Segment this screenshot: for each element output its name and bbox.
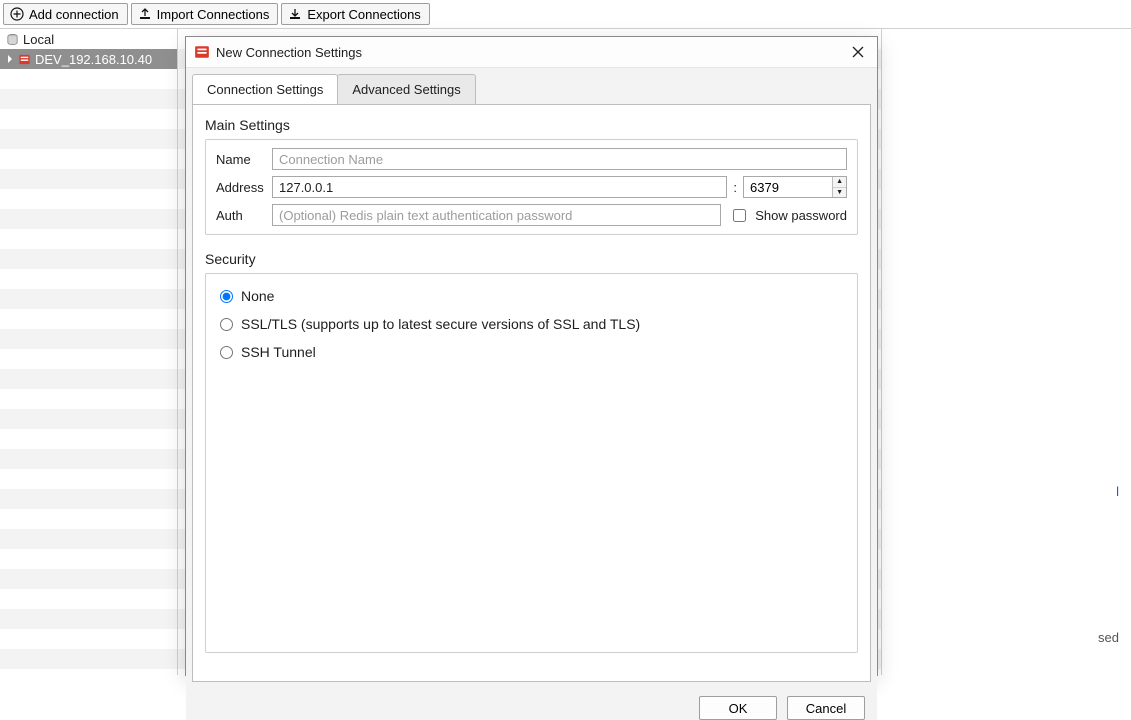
import-connections-label: Import Connections [157,7,270,22]
download-icon [288,7,302,21]
cancel-button[interactable]: Cancel [787,696,865,720]
address-label: Address [216,180,272,195]
import-connections-button[interactable]: Import Connections [131,3,279,25]
security-option-label: SSH Tunnel [241,344,316,360]
port-input[interactable] [744,177,832,197]
port-step-down-icon[interactable]: ▼ [833,188,846,198]
port-stepper[interactable]: ▲ ▼ [743,176,847,198]
main-settings-title: Main Settings [205,117,858,133]
upload-icon [138,7,152,21]
tree-item-dev[interactable]: DEV_192.168.10.40 [0,49,177,69]
tree-item-local[interactable]: Local [0,29,177,49]
security-option-label: None [241,288,274,304]
security-option-none[interactable]: None [216,282,847,310]
main-settings-group: Name Address : ▲ ▼ Auth [205,139,858,235]
connections-tree[interactable]: Local DEV_192.168.10.40 [0,29,178,675]
security-radio-none[interactable] [220,290,233,303]
security-radio-ssh[interactable] [220,346,233,359]
show-password-label: Show password [755,208,847,223]
security-group: None SSL/TLS (supports up to latest secu… [205,273,858,653]
content-side-panel: l sed [881,29,1131,675]
security-option-ssh[interactable]: SSH Tunnel [216,338,847,366]
database-icon [6,33,19,46]
dialog-body: Connection Settings Advanced Settings Ma… [186,68,877,688]
tab-page-connection: Main Settings Name Address : ▲ ▼ [192,104,871,682]
tab-connection-settings[interactable]: Connection Settings [192,74,338,105]
dialog-title: New Connection Settings [216,45,362,60]
auth-input[interactable] [272,204,721,226]
tab-bar: Connection Settings Advanced Settings [192,74,871,105]
security-option-ssl[interactable]: SSL/TLS (supports up to latest secure ve… [216,310,847,338]
security-title: Security [205,251,858,267]
address-port-separator: : [733,180,737,195]
add-connection-label: Add connection [29,7,119,22]
side-link-fragment: l [1116,484,1119,499]
show-password-toggle[interactable]: Show password [729,206,847,225]
name-label: Name [216,152,272,167]
redis-icon [18,53,31,66]
dialog-footer: OK Cancel [186,688,877,720]
add-connection-button[interactable]: Add connection [3,3,128,25]
security-radio-ssl[interactable] [220,318,233,331]
new-connection-dialog: New Connection Settings Connection Setti… [185,36,878,676]
ok-button[interactable]: OK [699,696,777,720]
export-connections-button[interactable]: Export Connections [281,3,429,25]
export-connections-label: Export Connections [307,7,420,22]
tree-item-label: Local [23,32,54,47]
show-password-checkbox[interactable] [733,209,746,222]
tree-item-label: DEV_192.168.10.40 [35,52,152,67]
security-option-label: SSL/TLS (supports up to latest secure ve… [241,316,640,332]
auth-label: Auth [216,208,272,223]
chevron-right-icon [6,55,14,63]
close-icon[interactable] [849,43,867,61]
side-status-fragment: sed [1098,630,1119,645]
port-step-up-icon[interactable]: ▲ [833,177,846,188]
tab-advanced-settings[interactable]: Advanced Settings [337,74,475,105]
dialog-titlebar[interactable]: New Connection Settings [186,37,877,68]
address-input[interactable] [272,176,727,198]
top-toolbar: Add connection Import Connections Export… [0,0,1131,28]
plus-circle-icon [10,7,24,21]
name-input[interactable] [272,148,847,170]
redis-icon [194,44,210,60]
